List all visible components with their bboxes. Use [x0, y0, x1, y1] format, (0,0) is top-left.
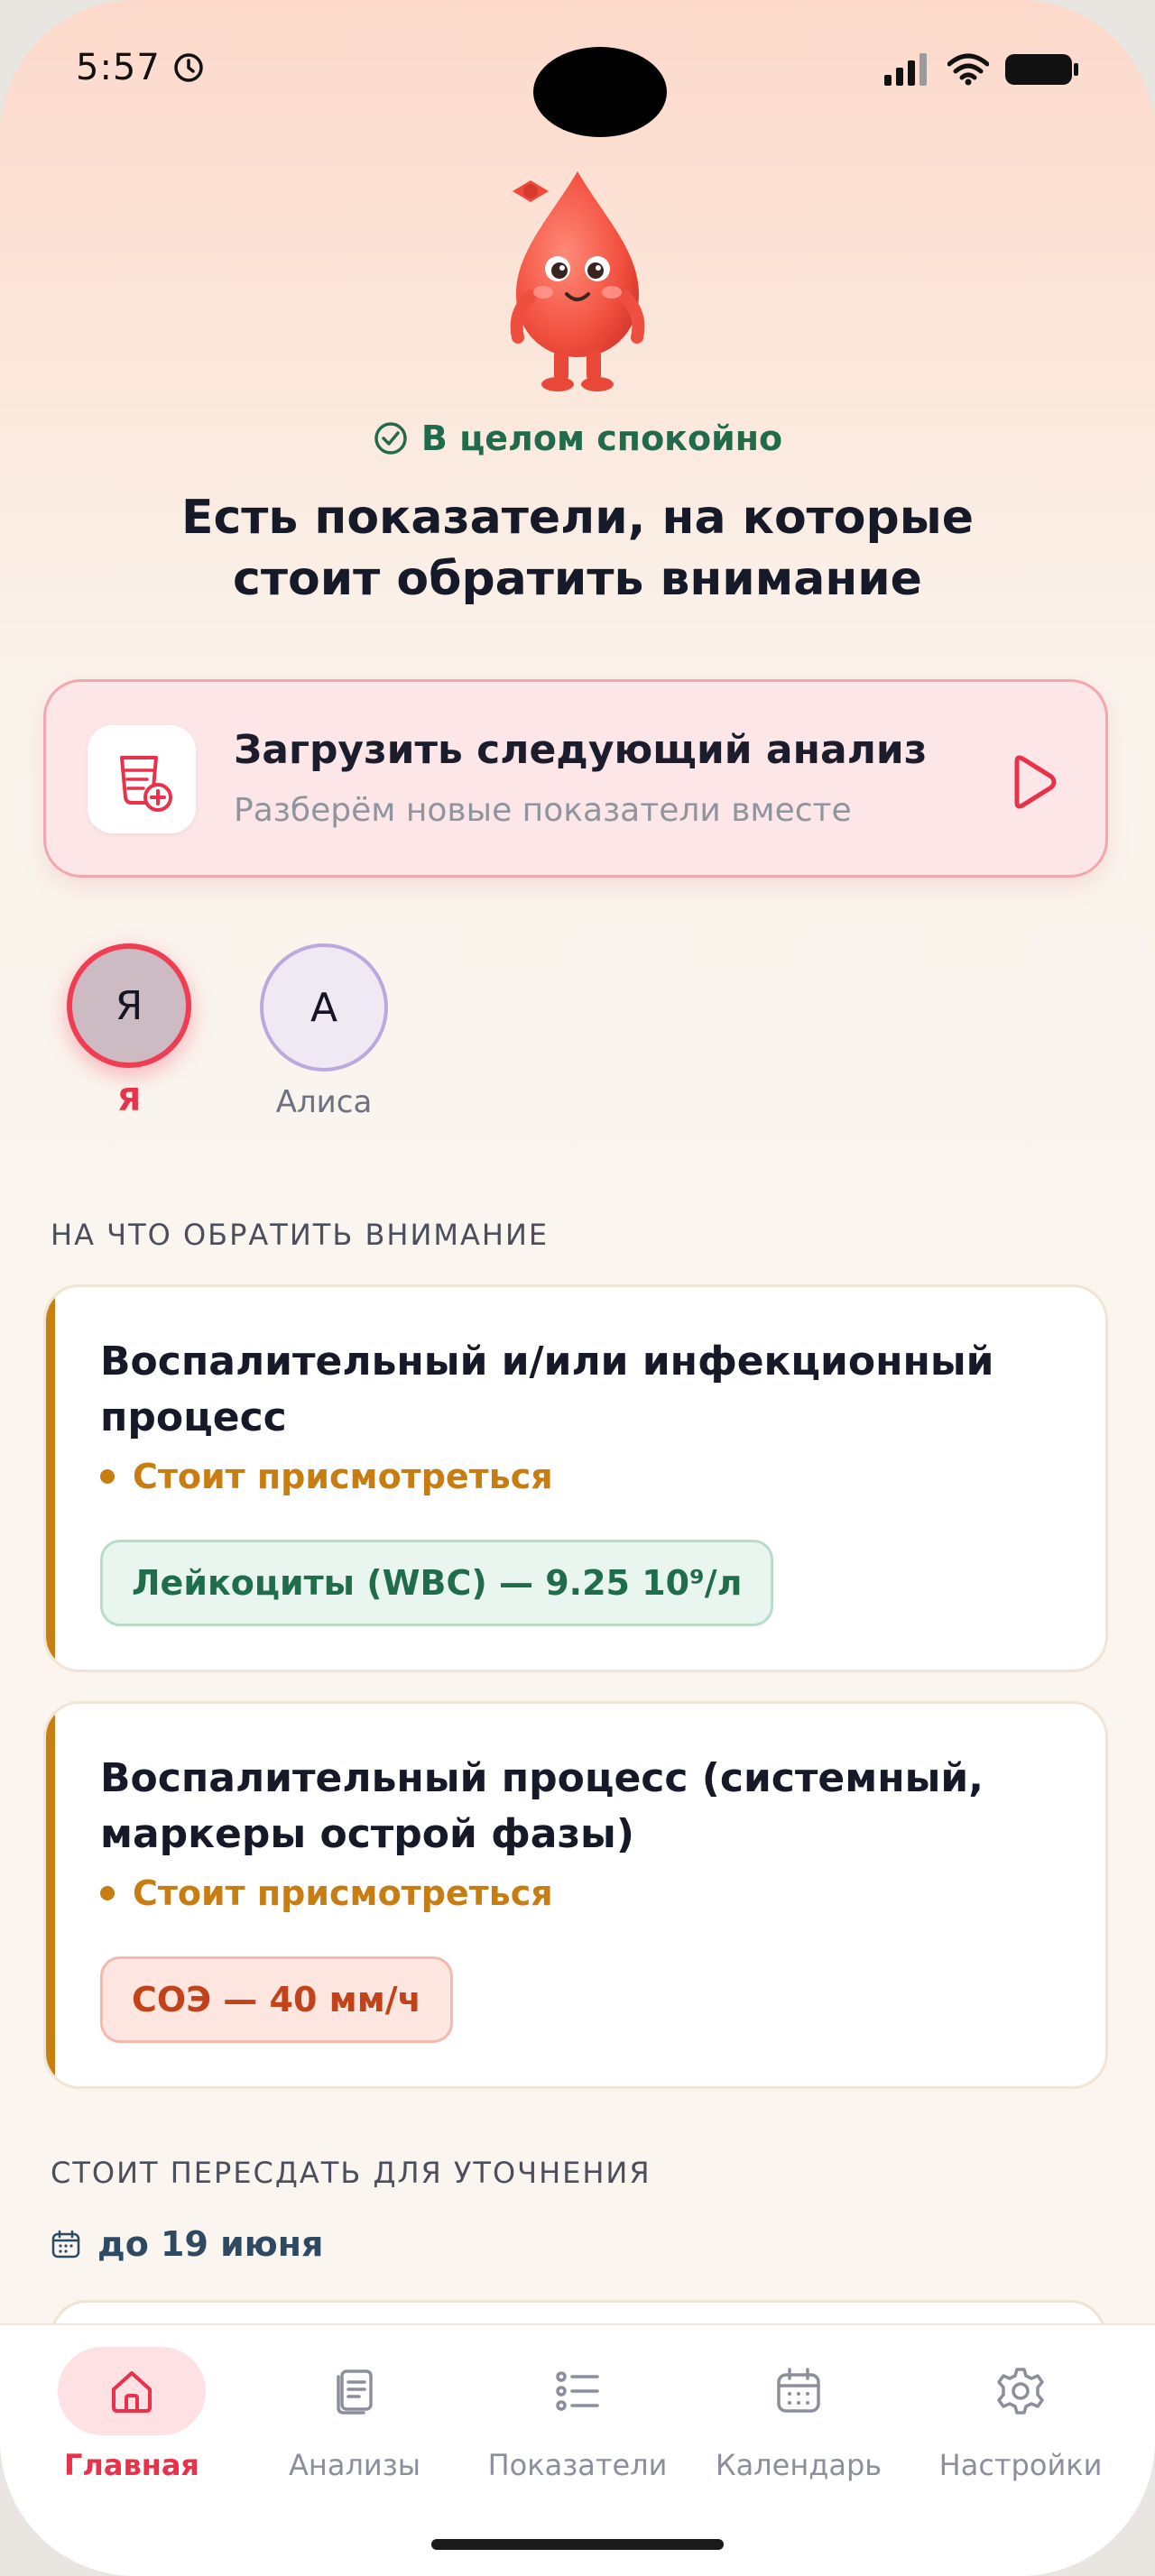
documents-icon [337, 2369, 373, 2415]
status-indicators [884, 52, 1079, 87]
upload-title: Загрузить следующий анализ [234, 727, 928, 773]
retest-date: до 19 июня [51, 2224, 323, 2264]
calendar-icon [777, 2368, 820, 2413]
profile-name: Я [116, 1082, 142, 1118]
status-dot-icon [100, 1469, 115, 1484]
attention-card-status: Стоит присмотреться [100, 1873, 553, 1913]
status-time: 5:57 [76, 47, 161, 88]
status-dot-icon [100, 1886, 115, 1900]
camera-notch [533, 47, 667, 137]
app-screen: 5:57 В целом спокойно Есть показатели, н… [0, 0, 1155, 2576]
gear-icon [997, 2368, 1044, 2415]
card-accent-bar [46, 1287, 55, 1670]
indicator-chip[interactable]: СОЭ — 40 мм/ч [100, 1956, 453, 2043]
tab-settings[interactable]: Настройки [908, 2325, 1133, 2506]
retest-date-text: до 19 июня [97, 2224, 324, 2264]
card-accent-bar [46, 1704, 55, 2086]
profile-name: Алиса [275, 1084, 373, 1120]
tab-label: Анализы [289, 2448, 420, 2482]
attention-card-status-text: Стоит присмотреться [133, 1457, 553, 1496]
tab-label: Показатели [487, 2448, 668, 2482]
battery-icon [1005, 54, 1078, 85]
tab-indicators[interactable]: Показатели [465, 2325, 690, 2506]
attention-card-title: Воспалительный процесс (системный, марке… [100, 1755, 984, 1857]
indicator-chip[interactable]: Лейкоциты (WBC) — 9.25 10⁹/л [100, 1540, 774, 1626]
page-headline: Есть показатели, на которые стоит обрати… [180, 491, 975, 606]
attention-card[interactable]: Воспалительный процесс (системный, марке… [43, 1701, 1108, 2089]
upload-analysis-icon [120, 756, 172, 812]
wifi-icon [947, 53, 989, 86]
tab-label: Календарь [715, 2448, 882, 2482]
tab-label: Главная [64, 2448, 199, 2482]
retest-section-title: СТОИТ ПЕРЕСДАТЬ ДЛЯ УТОЧНЕНИЯ [51, 2156, 651, 2190]
overall-status-text: В целом спокойно [420, 419, 783, 458]
play-arrow-icon[interactable] [1008, 754, 1058, 810]
profile-me[interactable]: Я Я [67, 943, 191, 1118]
profile-alisa[interactable]: А Алиса [260, 943, 388, 1120]
tab-label: Настройки [938, 2448, 1103, 2482]
tab-home[interactable]: Главная [19, 2325, 245, 2506]
overall-status: В целом спокойно [0, 419, 1155, 458]
check-circle-icon [374, 422, 407, 455]
upload-icon-container [88, 725, 196, 833]
signal-icon [884, 53, 927, 86]
attention-card-title: Воспалительный и/или инфекционный процес… [100, 1339, 994, 1440]
calendar-icon [51, 2230, 80, 2259]
alarm-clock-icon [174, 53, 203, 82]
avatar: А [260, 943, 388, 1072]
upload-subtitle: Разберём новые показатели вместе [234, 792, 852, 829]
tab-calendar[interactable]: Календарь [686, 2325, 911, 2506]
list-icon [556, 2371, 599, 2411]
blood-drop-mascot [510, 171, 645, 391]
home-indicator[interactable] [431, 2539, 724, 2550]
bottom-tab-bar: Главная Анализы Показатели Календарь Нас… [0, 2323, 1155, 2576]
attention-card-status-text: Стоит присмотреться [133, 1873, 553, 1913]
attention-card-status: Стоит присмотреться [100, 1457, 553, 1496]
attention-section-title: НА ЧТО ОБРАТИТЬ ВНИМАНИЕ [51, 1218, 550, 1252]
tab-analyses[interactable]: Анализы [242, 2325, 467, 2506]
avatar: Я [67, 943, 191, 1068]
home-icon [112, 2371, 152, 2413]
attention-card[interactable]: Воспалительный и/или инфекционный процес… [43, 1284, 1108, 1672]
upload-next-analysis-card[interactable]: Загрузить следующий анализ Разберём новы… [43, 679, 1108, 878]
